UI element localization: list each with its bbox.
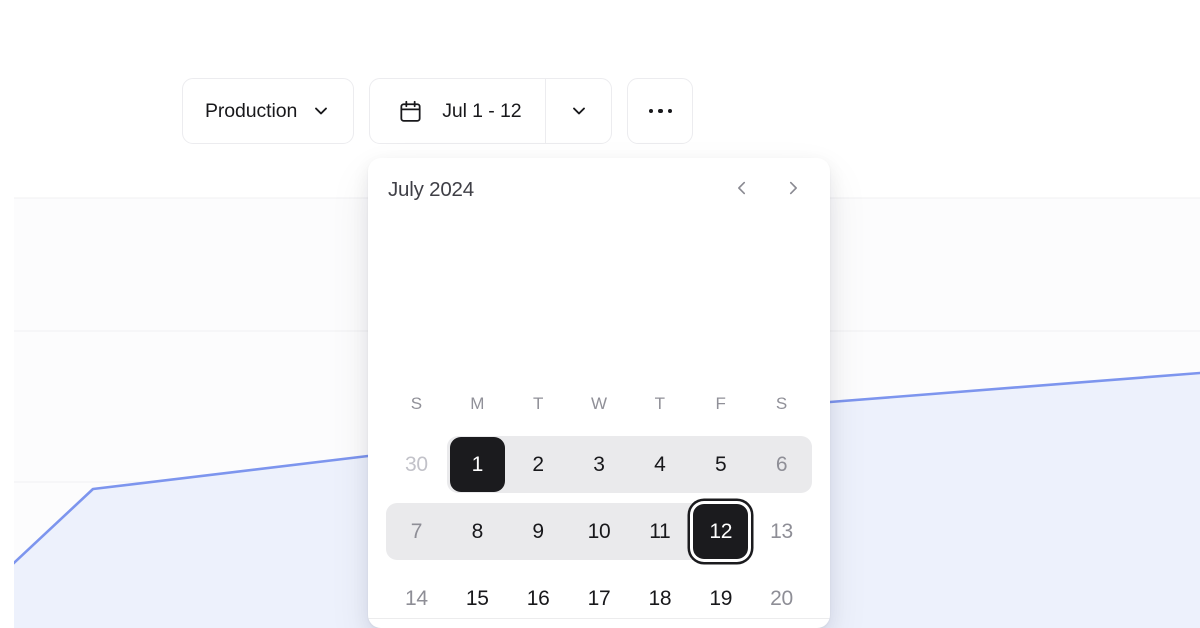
weekday-header-wed: W: [590, 394, 608, 413]
day-label: 30: [405, 452, 428, 476]
chevron-down-icon: [311, 101, 331, 121]
day-label: 9: [532, 519, 544, 543]
ellipsis-icon: [648, 108, 673, 114]
day-cell[interactable]: 9: [508, 498, 569, 565]
weekday-header-fri: F: [715, 394, 726, 413]
day-label: 19: [709, 586, 733, 610]
day-cell[interactable]: 30: [386, 431, 447, 498]
next-month-button[interactable]: [782, 179, 804, 201]
day-cell[interactable]: 13: [751, 498, 812, 565]
day-label: 15: [465, 586, 489, 610]
day-cell[interactable]: 20: [751, 565, 812, 628]
day-label: 4: [654, 452, 666, 476]
day-cell[interactable]: 5: [690, 431, 751, 498]
calendar-week-row: 30 1 2 3 4 5 6: [386, 431, 812, 498]
chevron-down-icon: [569, 101, 589, 121]
day-cell[interactable]: 4: [629, 431, 690, 498]
calendar-week-row: 14 15 16 17 18 19 20: [386, 565, 812, 628]
weekday-header-sat: S: [775, 394, 788, 413]
chevron-right-icon: [784, 179, 802, 202]
weekday-header-row: S M T W T F S: [386, 394, 812, 414]
day-label: 7: [410, 519, 423, 543]
day-label: 18: [648, 586, 672, 610]
day-cell[interactable]: 6: [751, 431, 812, 498]
day-label: 8: [471, 519, 484, 543]
day-label: 6: [775, 452, 788, 476]
day-cell[interactable]: 18: [629, 565, 690, 628]
day-cell[interactable]: 11: [629, 498, 690, 565]
environment-selector-button[interactable]: Production: [182, 78, 355, 144]
day-label: 17: [587, 586, 611, 610]
weekday-header-sun: S: [410, 394, 423, 413]
day-label: 13: [770, 519, 793, 543]
day-cell[interactable]: 8: [447, 498, 508, 565]
day-cell[interactable]: 10: [569, 498, 630, 565]
day-cell[interactable]: 17: [569, 565, 630, 628]
weekday-header-tue: T: [532, 394, 544, 413]
prev-month-button[interactable]: [731, 179, 753, 201]
calendar-grid: 30 1 2 3 4 5 6 7 8 9 10 11 12 13 14 15 1…: [386, 431, 812, 628]
day-cell[interactable]: 3: [569, 431, 630, 498]
day-label: 16: [526, 586, 550, 610]
day-label: 11: [649, 519, 671, 543]
toolbar: Production Jul 1 - 12: [182, 78, 694, 144]
date-picker-month-title: July 2024: [388, 178, 474, 201]
day-label: 2: [532, 452, 544, 476]
day-cell[interactable]: 7: [386, 498, 447, 565]
day-cell[interactable]: 15: [447, 565, 508, 628]
day-cell[interactable]: 19: [690, 565, 751, 628]
day-cell[interactable]: 14: [386, 565, 447, 628]
day-cell[interactable]: 16: [508, 565, 569, 628]
day-label: 5: [715, 452, 727, 476]
chevron-left-icon: [733, 179, 751, 202]
date-picker-nav: [731, 179, 804, 201]
weekday-header-thu: T: [654, 394, 666, 413]
weekday-header-mon: M: [470, 394, 485, 413]
date-range-button-group: Jul 1 - 12: [369, 78, 613, 144]
app-root: Production Jul 1 - 12 July 2024 S M T W …: [0, 0, 1200, 628]
date-picker-header: July 2024: [368, 158, 830, 222]
day-cell[interactable]: 2: [508, 431, 569, 498]
day-label: 1: [449, 437, 505, 492]
day-label: 3: [593, 452, 605, 476]
date-range-button[interactable]: Jul 1 - 12: [370, 79, 545, 143]
calendar-icon: [398, 99, 423, 124]
calendar-week-row: 7 8 9 10 11 12 13: [386, 498, 812, 565]
environment-selector-label: Production: [205, 99, 298, 122]
date-range-label: Jul 1 - 12: [442, 99, 522, 122]
day-label: 14: [405, 586, 428, 610]
day-label: 12: [693, 504, 749, 559]
day-cell-range-start[interactable]: 1: [447, 431, 508, 498]
date-range-dropdown-toggle[interactable]: [545, 79, 611, 143]
day-label: 20: [770, 586, 793, 610]
day-cell-range-end[interactable]: 12: [690, 498, 751, 565]
date-picker-popover: July 2024 S M T W T F S 30 1 2 3 4 5 6 7…: [368, 158, 830, 628]
more-options-button[interactable]: [627, 78, 694, 144]
day-label: 10: [587, 519, 611, 543]
